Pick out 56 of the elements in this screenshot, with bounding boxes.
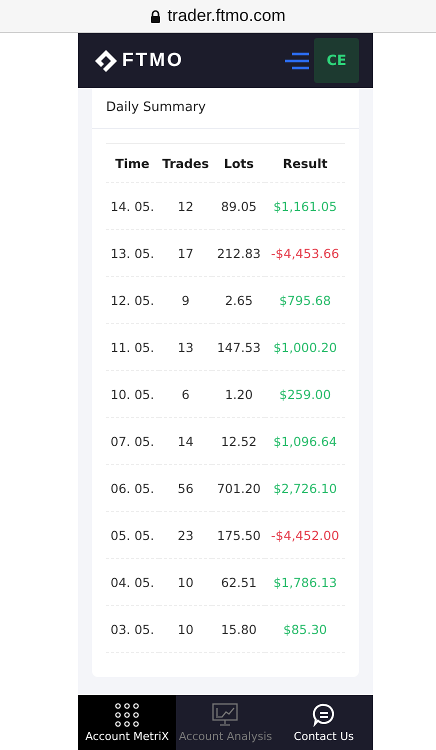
table-cell: 05. 05. (106, 512, 159, 558)
dots-grid-icon (115, 702, 140, 726)
table-cell: 14 (158, 418, 212, 464)
table-cell: 23 (158, 512, 212, 558)
table-cell: -$4,452.00 (265, 512, 345, 558)
column-header: Lots (212, 144, 266, 182)
menu-icon[interactable] (284, 52, 310, 70)
table-cell: 89.05 (212, 182, 266, 230)
table-cell: $2,726.10 (265, 464, 345, 512)
table-cell: 13. 05. (106, 230, 159, 276)
logo-text: FTMO (122, 50, 184, 72)
column-header: Time (106, 144, 159, 182)
table-cell: $259.00 (265, 370, 345, 418)
table-cell: $1,786.13 (265, 558, 345, 606)
table-cell: 2.65 (212, 276, 266, 324)
table-cell: 03. 05. (106, 606, 159, 652)
table-cell: 175.50 (212, 512, 266, 558)
table-cell: 07. 05. (106, 418, 159, 464)
table-cell: $1,161.05 (265, 182, 345, 230)
table-cell: 11. 05. (106, 324, 159, 370)
table-cell: 12 (158, 182, 212, 230)
nav-tab[interactable]: Contact Us (274, 695, 373, 750)
table-cell: $1,096.64 (265, 418, 345, 464)
table-cell: $85.30 (265, 606, 345, 652)
nav-tab[interactable]: Account MetriX (78, 695, 176, 750)
table-cell: 56 (158, 464, 212, 512)
table-cell: 12.52 (212, 418, 266, 464)
table-cell: 04. 05. (106, 558, 159, 606)
table-cell: 06. 05. (106, 464, 159, 512)
chat-icon (312, 702, 336, 726)
table-cell: 10 (158, 558, 212, 606)
table-cell: 147.53 (212, 324, 266, 370)
lock-icon (150, 10, 162, 22)
table-cell: 62.51 (212, 558, 266, 606)
address-bar[interactable]: trader.ftmo.com (150, 6, 286, 26)
card-title: Daily Summary (92, 88, 359, 129)
table-cell: 10. 05. (106, 370, 159, 418)
monitor-chart-icon (212, 702, 238, 726)
logo-icon (94, 48, 118, 72)
table-cell: 212.83 (212, 230, 266, 276)
table-cell: 1.20 (212, 370, 266, 418)
table-cell: 6 (158, 370, 212, 418)
table-cell: 14. 05. (106, 182, 159, 230)
column-header: Trades (158, 144, 212, 182)
table-cell: -$4,453.66 (265, 230, 345, 276)
table-cell: 15.80 (212, 606, 266, 652)
table-cell: 9 (158, 276, 212, 324)
avatar-button[interactable]: CE (314, 38, 359, 83)
table-cell: 12. 05. (106, 276, 159, 324)
table-cell: 10 (158, 606, 212, 652)
column-header: Result (265, 144, 345, 182)
table-cell: $1,000.20 (265, 324, 345, 370)
table-cell: $795.68 (265, 276, 345, 324)
table-cell: 13 (158, 324, 212, 370)
table-cell: 17 (158, 230, 212, 276)
table-cell: 701.20 (212, 464, 266, 512)
